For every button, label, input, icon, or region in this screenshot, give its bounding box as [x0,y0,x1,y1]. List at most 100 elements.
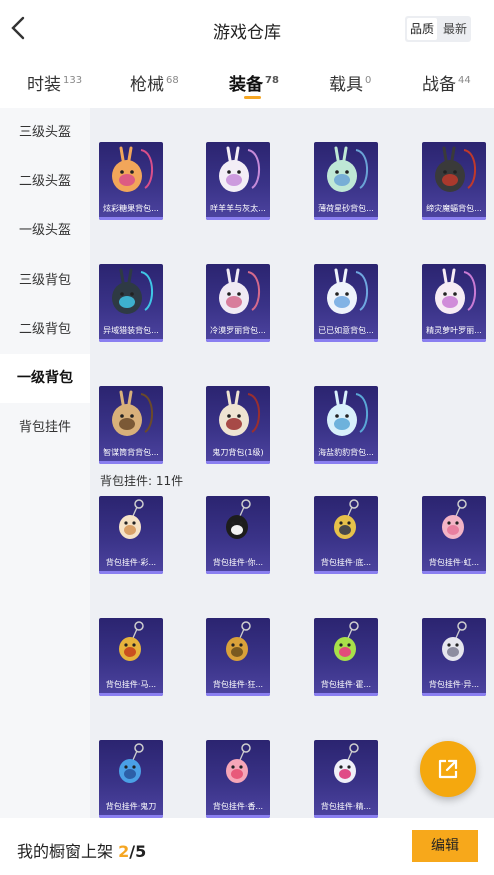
item-name: 背包挂件·精... [320,802,372,811]
sidebar-item-level1-backpack[interactable]: 一级背包 [0,354,90,403]
tab-count: 0 [365,75,372,86]
flower-charm-icon [226,743,251,783]
item-name: 已已如意背包... [318,326,374,335]
backpack-card[interactable]: 冷漠罗丽背包... [206,264,270,342]
tab-label: 装备 [229,75,263,95]
ghost-bunny-backpack-icon [327,268,368,314]
pig-charm-icon [442,499,467,539]
showcase-label: 我的橱窗上架 [17,842,114,861]
charm-card[interactable]: 背包挂件·底... [314,496,378,574]
share-icon [438,759,458,779]
item-name: 背包挂件·你... [212,558,264,567]
item-name: 鬼刀背包(1级) [212,448,264,457]
charm-card[interactable]: 背包挂件·霍... [314,618,378,696]
backpack-card[interactable]: 海盐豹豹背包... [314,386,378,464]
backpack-card[interactable]: 精灵萝叶罗丽... [422,264,486,342]
tab-label: 载具 [329,75,363,95]
mint-backpack-icon [327,146,368,192]
item-name: 海盐豹豹背包... [318,448,374,457]
share-button[interactable] [420,741,476,797]
charm-card[interactable]: 背包挂件·鬼刀 [99,740,163,818]
backpack-card[interactable]: 炫彩糖果背包... [99,142,163,220]
tab-count: 78 [265,75,279,86]
sidebar-item-level3-backpack[interactable]: 三级背包 [0,256,90,305]
tactical-backpack-icon [112,268,153,314]
sidebar-item-level1-helmet[interactable]: 一级头盔 [0,206,90,255]
penguin-charm-icon [226,499,251,539]
item-name: 背包挂件·香... [212,802,264,811]
sort-latest-button[interactable]: 最新 [439,16,471,42]
item-name: 精灵萝叶罗丽... [426,326,482,335]
tab-firearms[interactable]: 枪械 68 [130,70,179,95]
item-grid: 炫彩糖果背包... 咩羊羊与灰太... 薄荷星砂背包... 缔灾魔蝠背包... … [90,108,494,818]
bottom-bar: 我的橱窗上架 2/5 编辑 [0,818,494,875]
heart-wings-charm-icon [334,743,359,783]
tab-supplies[interactable]: 战备 44 [422,70,471,95]
backpack-card[interactable]: 缔灾魔蝠背包... [422,142,486,220]
charm-card[interactable]: 背包挂件·香... [206,740,270,818]
tab-count: 68 [166,75,179,86]
item-name: 背包挂件·虹... [428,558,480,567]
item-name: 智谋筒背背包... [103,448,159,457]
backpack-card[interactable]: 鬼刀背包(1级) [206,386,270,464]
tab-label: 枪械 [130,75,164,95]
item-name: 背包挂件·霍... [320,680,372,689]
showcase-status: 我的橱窗上架 2/5 [17,838,146,862]
sort-toggle: 品质 最新 [405,16,472,42]
item-name: 冷漠罗丽背包... [210,326,266,335]
bear-backpack-icon [112,390,153,436]
sidebar-item-backpack-charm[interactable]: 背包挂件 [0,403,90,452]
active-tab-indicator [244,96,261,99]
charm-card[interactable]: 背包挂件·虹... [422,496,486,574]
tab-label: 战备 [422,75,456,95]
item-name: 背包挂件·异... [428,680,480,689]
charm-card[interactable]: 背包挂件·狂... [206,618,270,696]
item-name: 背包挂件·狂... [212,680,264,689]
charm-card[interactable]: 背包挂件·精... [314,740,378,818]
tab-label: 时装 [27,75,61,95]
blade-charm-icon [226,621,251,661]
charm-card[interactable]: 背包挂件·你... [206,496,270,574]
wings-charm-icon [442,621,467,661]
star-charm-icon [334,499,359,539]
ice-cream-charm-icon [119,499,144,539]
tab-vehicles[interactable]: 载具 0 [329,70,371,95]
tab-count: 133 [63,75,83,86]
sidebar-item-level2-backpack[interactable]: 二级背包 [0,305,90,354]
item-name: 炫彩糖果背包... [103,204,159,213]
item-name: 咩羊羊与灰太... [210,204,266,213]
charm-card[interactable]: 背包挂件·彩... [99,496,163,574]
item-name: 背包挂件·鬼刀 [105,802,157,811]
charm-card[interactable]: 背包挂件·异... [422,618,486,696]
tab-fashion[interactable]: 时装 133 [27,70,82,95]
feather-charm-icon [119,743,144,783]
category-tabs: 时装 133 枪械 68 装备 78 载具 0 战备 44 [0,58,494,108]
showcase-current: 2 [118,842,130,861]
rocking-horse-charm-icon [119,621,144,661]
bunny-backpack-icon [219,268,260,314]
sheep-backpack-icon [219,146,260,192]
sidebar-item-level2-helmet[interactable]: 二级头盔 [0,157,90,206]
backpack-card[interactable]: 咩羊羊与灰太... [206,142,270,220]
charm-card[interactable]: 背包挂件·马... [99,618,163,696]
showcase-total: 5 [135,842,147,861]
section-label: 背包挂件: 11件 [100,474,184,488]
item-name: 背包挂件·底... [320,558,372,567]
item-name: 缔灾魔蝠背包... [426,204,482,213]
backpack-card[interactable]: 智谋筒背背包... [99,386,163,464]
seal-backpack-icon [327,390,368,436]
edit-button[interactable]: 编辑 [412,830,478,862]
backpack-card[interactable]: 薄荷星砂背包... [314,142,378,220]
backpack-card[interactable]: 异域猎装背包... [99,264,163,342]
item-name: 背包挂件·彩... [105,558,157,567]
tab-count: 44 [458,75,471,86]
bat-backpack-icon [435,146,476,192]
tab-equipment[interactable]: 装备 78 [229,70,279,95]
item-name: 薄荷星砂背包... [318,204,374,213]
sidebar-item-level3-helmet[interactable]: 三级头盔 [0,108,90,157]
backpack-card[interactable]: 已已如意背包... [314,264,378,342]
elf-backpack-icon [435,268,476,314]
sort-quality-button[interactable]: 品质 [407,18,438,40]
ghost-blade-backpack-icon [219,390,260,436]
header: 游戏仓库 品质 最新 [0,0,494,58]
